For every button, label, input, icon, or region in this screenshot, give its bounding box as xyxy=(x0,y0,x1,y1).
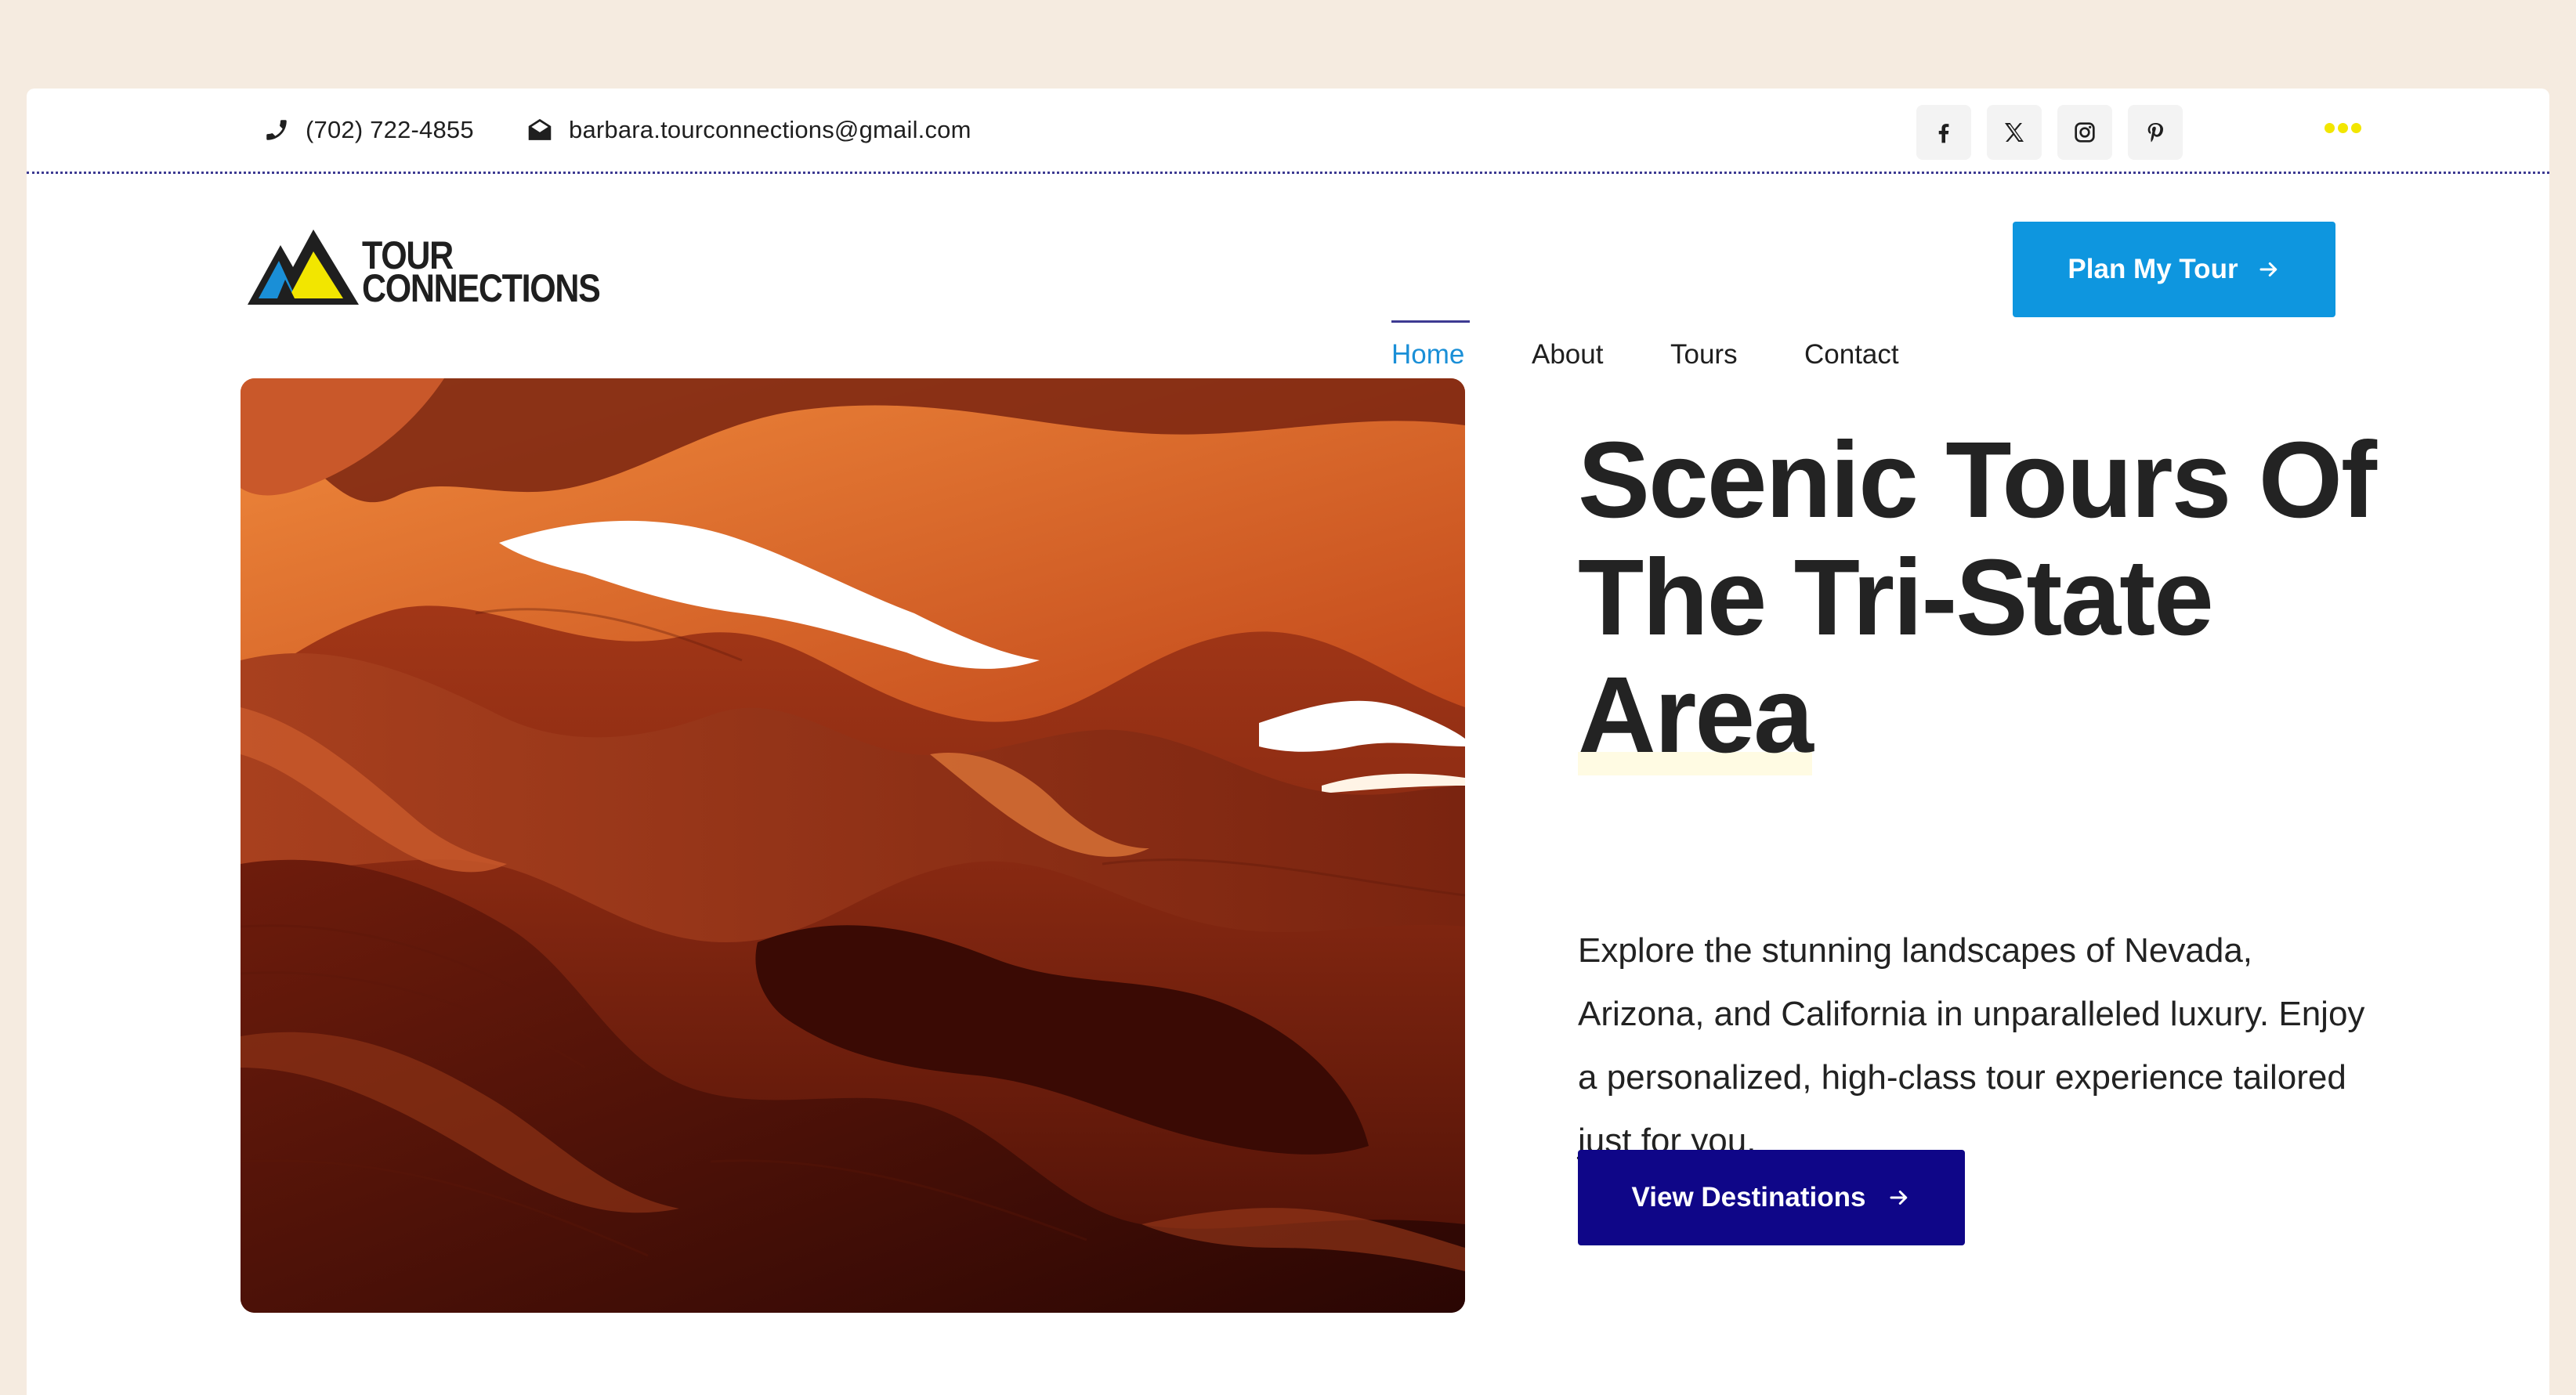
hero-headline-text: Scenic Tours Of The Tri-State xyxy=(1578,420,2377,658)
social-links xyxy=(1916,105,2183,160)
mountain-logo-icon xyxy=(248,229,359,305)
phone-icon xyxy=(266,120,287,140)
hero-image xyxy=(241,378,1465,1313)
plan-my-tour-button[interactable]: Plan My Tour xyxy=(2013,222,2335,317)
instagram-icon xyxy=(2075,122,2095,143)
site-logo[interactable]: TOUR CONNECTIONS xyxy=(248,229,624,308)
x-link[interactable] xyxy=(1987,105,2042,160)
nav-active-underline xyxy=(1391,320,1470,323)
page-container: (702) 722-4855 barbara.tourconnections@g… xyxy=(27,89,2549,1395)
email-contact[interactable]: barbara.tourconnections@gmail.com xyxy=(526,89,971,172)
nav-item-home[interactable]: Home xyxy=(1391,339,1464,370)
nav-item-about[interactable]: About xyxy=(1532,339,1603,370)
view-destinations-label: View Destinations xyxy=(1631,1182,1866,1212)
more-dots-icon xyxy=(2325,123,2335,133)
arrow-right-icon xyxy=(2259,262,2277,276)
pinterest-icon xyxy=(2147,123,2163,143)
envelope-open-icon xyxy=(528,118,552,140)
nav-item-tours[interactable]: Tours xyxy=(1670,339,1738,370)
email-address: barbara.tourconnections@gmail.com xyxy=(569,116,971,143)
arrow-right-icon xyxy=(1890,1191,1908,1205)
facebook-icon xyxy=(1938,124,1949,143)
hero-headline-highlight: Area xyxy=(1578,655,1814,775)
topbar-divider xyxy=(27,172,2549,174)
plan-my-tour-label: Plan My Tour xyxy=(2068,254,2238,284)
hero-headline: Scenic Tours Of The Tri-State Area xyxy=(1578,420,2455,775)
x-icon xyxy=(2005,123,2024,142)
nav-item-contact[interactable]: Contact xyxy=(1804,339,1899,370)
view-destinations-button[interactable]: View Destinations xyxy=(1578,1150,1965,1245)
pinterest-link[interactable] xyxy=(2128,105,2183,160)
top-bar: (702) 722-4855 barbara.tourconnections@g… xyxy=(27,89,2549,174)
slot-canyon-photo xyxy=(241,378,1465,1313)
instagram-link[interactable] xyxy=(2057,105,2112,160)
logo-text-line2: CONNECTIONS xyxy=(362,266,601,310)
more-menu[interactable] xyxy=(2325,123,2361,133)
phone-number: (702) 722-4855 xyxy=(306,116,474,143)
hero-description: Explore the stunning landscapes of Nevad… xyxy=(1578,931,2365,1160)
facebook-link[interactable] xyxy=(1916,105,1971,160)
phone-contact[interactable]: (702) 722-4855 xyxy=(263,89,474,172)
